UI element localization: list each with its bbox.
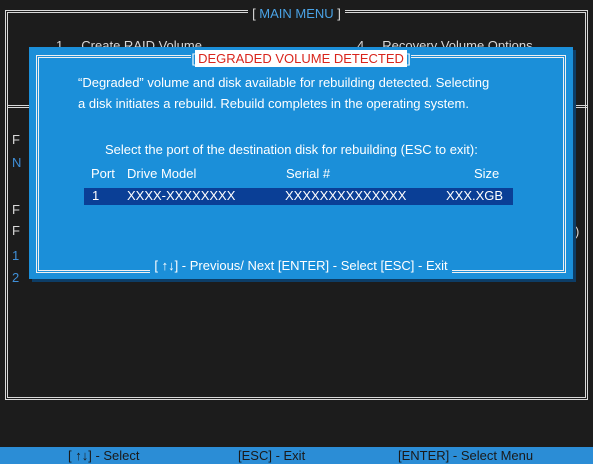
disk-row-size: XXX.XGB <box>446 188 504 203</box>
dialog-footer: [ ↑↓] - Previous/ Next [ENTER] - Select … <box>29 258 573 274</box>
dialog-prompt: Select the port of the destination disk … <box>105 142 478 157</box>
partial-text: ) <box>575 224 580 239</box>
dialog-footer-text: [ ↑↓] - Previous/ Next [ENTER] - Select … <box>150 258 452 273</box>
partial-text: N <box>12 155 22 170</box>
partial-text: F <box>12 132 20 147</box>
main-menu-title: [ MAIN MENU ] <box>0 6 593 22</box>
menu-divider-right <box>573 105 587 108</box>
column-header-drive-model: Drive Model <box>127 166 197 181</box>
partial-text: F <box>12 202 20 217</box>
footer-bar: [ ↑↓] - Select [ESC] - Exit [ENTER] - Se… <box>0 447 593 464</box>
dialog-message-line-1: “Degraded” volume and disk available for… <box>78 75 490 90</box>
dialog-title: [DEGRADED VOLUME DETECTED] <box>191 50 411 67</box>
disk-row-serial: XXXXXXXXXXXXXX <box>285 188 407 203</box>
main-menu-title-text: MAIN MENU <box>259 6 334 21</box>
partial-text: 1 <box>12 248 20 263</box>
disk-row[interactable]: 1 XXXX-XXXXXXXX XXXXXXXXXXXXXX XXX.XGB <box>84 188 513 205</box>
footer-select-hint: [ ↑↓] - Select <box>68 448 140 463</box>
disk-row-model: XXXX-XXXXXXXX <box>127 188 236 203</box>
dialog-message-line-2: a disk initiates a rebuild. Rebuild comp… <box>78 96 469 111</box>
partial-text: F <box>12 223 20 238</box>
dialog-title-text: DEGRADED VOLUME DETECTED <box>195 50 407 67</box>
degraded-volume-dialog: [DEGRADED VOLUME DETECTED] “Degraded” vo… <box>29 47 573 279</box>
column-header-port: Port <box>91 166 115 181</box>
column-header-size: Size <box>474 166 500 181</box>
menu-divider-left <box>8 105 30 108</box>
footer-enter-hint: [ENTER] - Select Menu <box>398 448 534 463</box>
partial-text: 2 <box>12 270 20 285</box>
footer-exit-hint: [ESC] - Exit <box>238 448 306 463</box>
column-header-serial: Serial # <box>286 166 331 181</box>
disk-row-port: 1 <box>92 188 100 203</box>
